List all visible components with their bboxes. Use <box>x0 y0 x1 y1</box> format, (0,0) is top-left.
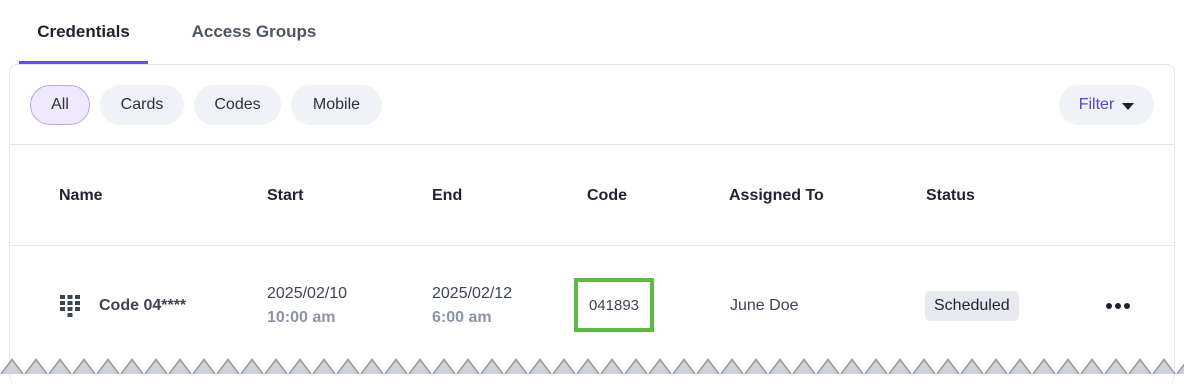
filter-button-label: Filter <box>1078 96 1115 113</box>
chip-all[interactable]: All <box>30 85 90 125</box>
tab-credentials[interactable]: Credentials <box>19 0 148 64</box>
end-cell: 2025/02/12 6:00 am <box>432 278 512 334</box>
tab-access-groups-label: Access Groups <box>191 22 317 41</box>
code-value: 041893 <box>574 278 654 332</box>
assigned-to: June Doe <box>730 297 799 314</box>
end-date: 2025/02/12 <box>432 285 513 302</box>
name-cell: Code 04**** <box>59 278 186 334</box>
more-options-icon[interactable] <box>1104 296 1132 316</box>
column-header-end[interactable]: End <box>432 145 462 246</box>
torn-edge <box>0 354 1184 374</box>
keypad-icon <box>60 295 80 317</box>
tab-bar: Credentials Access Groups <box>0 0 1184 64</box>
column-header-name[interactable]: Name <box>59 145 103 246</box>
chip-cards[interactable]: Cards <box>100 85 184 125</box>
start-date: 2025/02/10 <box>267 285 348 302</box>
filter-bar: All Cards Codes Mobile Filter <box>10 65 1174 145</box>
chip-mobile-label: Mobile <box>312 96 361 113</box>
column-header-start[interactable]: Start <box>267 145 303 246</box>
credential-name: Code 04**** <box>99 297 187 314</box>
chip-codes[interactable]: Codes <box>194 85 281 125</box>
table-header: Name Start End Code Assigned To Status <box>10 145 1174 246</box>
caret-down-icon <box>1122 102 1135 110</box>
end-time: 6:00 am <box>432 309 492 326</box>
chip-cards-label: Cards <box>120 96 164 113</box>
status-badge: Scheduled <box>925 291 1019 321</box>
status-label: Scheduled <box>934 297 1010 314</box>
filter-button[interactable]: Filter <box>1059 85 1154 125</box>
column-header-status[interactable]: Status <box>926 145 975 246</box>
table-row[interactable]: Code 04**** 2025/02/10 10:00 am 2025/02/… <box>10 246 1174 366</box>
tab-credentials-label: Credentials <box>37 22 130 41</box>
column-header-code[interactable]: Code <box>587 145 627 246</box>
code-text: 041893 <box>588 296 640 314</box>
start-time: 10:00 am <box>267 309 336 326</box>
credentials-panel: All Cards Codes Mobile Filter Name Start… <box>9 64 1175 384</box>
chip-mobile[interactable]: Mobile <box>291 85 382 125</box>
chip-codes-label: Codes <box>214 96 261 113</box>
column-header-assigned-to[interactable]: Assigned To <box>729 145 824 246</box>
start-cell: 2025/02/10 10:00 am <box>267 278 347 334</box>
chip-all-label: All <box>51 96 69 113</box>
tab-access-groups[interactable]: Access Groups <box>184 0 324 64</box>
